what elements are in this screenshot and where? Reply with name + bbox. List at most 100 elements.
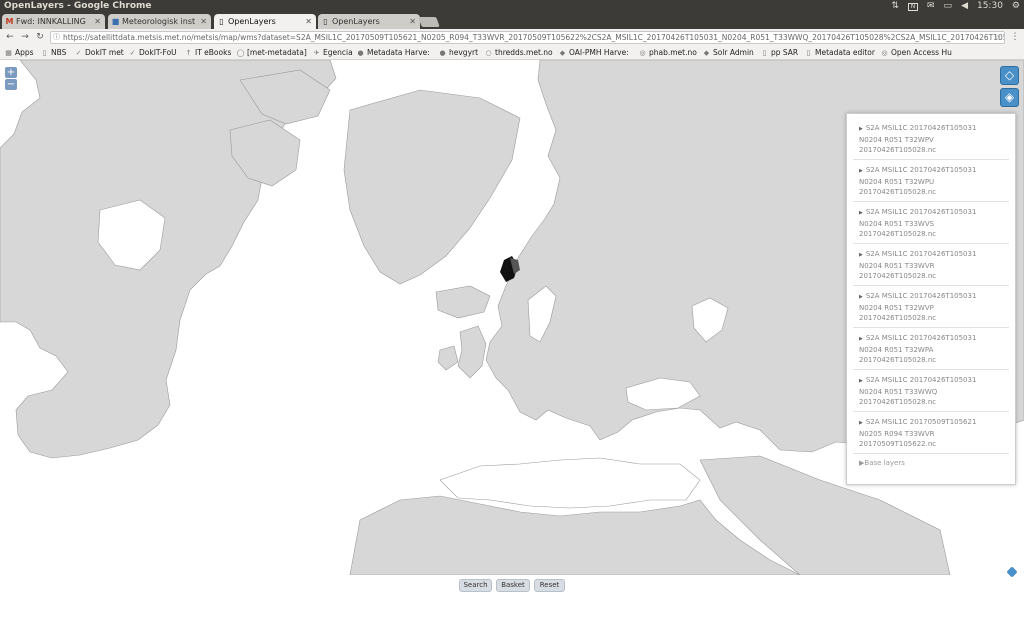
- bookmark-dokit-fou[interactable]: ✓ DokIT-FoU: [128, 47, 177, 59]
- close-icon[interactable]: ✕: [305, 14, 312, 29]
- bookmark-it-ebooks[interactable]: ↑ IT eBooks: [184, 47, 232, 59]
- layer-line: S2A MSIL1C 20170426T105031: [865, 208, 977, 216]
- land-british-isles: [457, 325, 487, 379]
- bookmark-label: DokIT met: [85, 48, 124, 57]
- bookmark-metadata-harvester[interactable]: ● Metadata Harve:: [356, 47, 429, 59]
- layer-line: N0204 R051 T33WVR: [859, 261, 935, 270]
- bookmark-hevgyrt[interactable]: ● hevgyrt: [438, 47, 478, 59]
- layer-line: 20170426T105028.nc: [859, 398, 937, 406]
- tab-openlayers[interactable]: ▯ OpenLayers ✕: [318, 14, 420, 29]
- keyboard-icon[interactable]: N: [908, 2, 918, 11]
- layer-line: N0204 R051 T32WVP: [859, 303, 934, 312]
- bookmark-phab[interactable]: ◎ phab.met.no: [638, 47, 697, 59]
- caret-right-icon[interactable]: ▶: [859, 336, 863, 342]
- close-icon[interactable]: ✕: [200, 14, 207, 29]
- menu-icon[interactable]: ⋮: [1010, 32, 1020, 43]
- zoom-out-button[interactable]: −: [5, 79, 17, 90]
- bookmark-nbs[interactable]: ▯ NBS: [40, 47, 67, 59]
- network-icon[interactable]: ⇅: [891, 0, 899, 13]
- bookmark-pp-sar[interactable]: ▯ pp SAR: [760, 47, 799, 59]
- bookmark-label: pp SAR: [771, 48, 799, 57]
- reset-button[interactable]: Reset: [534, 579, 565, 592]
- arrow-icon: ↑: [185, 49, 192, 57]
- layer-line: S2A MSIL1C 20170426T105031: [865, 376, 977, 384]
- bookmark-label: IT eBooks: [195, 48, 232, 57]
- volume-icon[interactable]: ◀: [961, 0, 968, 13]
- clock[interactable]: 15:30: [977, 0, 1003, 13]
- bookmark-label: Open Access Hu: [891, 48, 952, 57]
- page-icon: ▯: [219, 17, 224, 26]
- bookmark-label: [met-metadata]: [247, 48, 307, 57]
- info-icon[interactable]: ⓘ: [53, 32, 60, 43]
- caret-right-icon[interactable]: ▶: [859, 168, 863, 174]
- bookmark-egencia[interactable]: ✈ Egencia: [312, 47, 353, 59]
- address-bar[interactable]: ⓘ https://satellittdata.metsis.met.no/me…: [50, 31, 1005, 44]
- battery-icon[interactable]: ▭: [944, 0, 953, 13]
- bookmark-metadata-editor[interactable]: ▯ Metadata editor: [804, 47, 875, 59]
- close-icon[interactable]: ✕: [409, 14, 416, 29]
- diamond-icon[interactable]: ◇: [1000, 66, 1019, 85]
- bookmark-solr-admin[interactable]: ◆ Solr Admin: [702, 47, 754, 59]
- layer-item[interactable]: ▶ S2A MSIL1C 20170426T105031 N0204 R051 T…: [853, 286, 1009, 328]
- bookmark-thredds[interactable]: ○ thredds.met.no: [484, 47, 553, 59]
- gear-icon[interactable]: ⚙: [1012, 0, 1020, 13]
- bookmark-open-access-hub[interactable]: ◎ Open Access Hu: [880, 47, 952, 59]
- bookmark-label: OAI-PMH Harve:: [569, 48, 629, 57]
- layer-item[interactable]: ▶ S2A MSIL1C 20170426T105031 N0204 R051 T…: [853, 370, 1009, 412]
- layer-item[interactable]: ▶ S2A MSIL1C 20170426T105031 N0204 R051 T…: [853, 202, 1009, 244]
- layer-item[interactable]: ▶ S2A MSIL1C 20170426T105031 N0204 R051 T…: [853, 118, 1009, 160]
- layer-switcher-panel: ▶ S2A MSIL1C 20170426T105031 N0204 R051 T…: [846, 113, 1016, 485]
- person-icon: ●: [357, 49, 364, 57]
- apps-icon: ▦: [5, 49, 12, 57]
- layer-line: 20170426T105028.nc: [859, 356, 937, 364]
- reload-icon[interactable]: ↻: [34, 31, 46, 43]
- bookmark-oai-pmh[interactable]: ◆ OAI-PMH Harve:: [558, 47, 629, 59]
- land-iceland: [435, 285, 491, 319]
- bookmark-dokit-met[interactable]: ✓ DokIT met: [74, 47, 124, 59]
- star-icon[interactable]: ☆: [994, 32, 1001, 43]
- search-button[interactable]: Search: [459, 579, 492, 592]
- hub-icon: ◎: [881, 49, 888, 57]
- caret-right-icon[interactable]: ▶: [859, 126, 863, 132]
- base-layers-label: Base layers: [864, 459, 905, 467]
- forward-icon[interactable]: →: [19, 31, 31, 43]
- bookmark-label: Metadata editor: [815, 48, 875, 57]
- tab-label: OpenLayers: [228, 17, 276, 26]
- bookmark-met-metadata[interactable]: ◯ [met-metadata]: [236, 47, 307, 59]
- bookmark-label: phab.met.no: [649, 48, 697, 57]
- caret-right-icon[interactable]: ▶: [859, 378, 863, 384]
- page-icon: ■: [111, 17, 120, 26]
- close-icon[interactable]: ✕: [94, 14, 101, 29]
- layer-item[interactable]: ▶ S2A MSIL1C 20170426T105031 N0204 R051 T…: [853, 328, 1009, 370]
- layers-icon[interactable]: ◈: [1000, 88, 1019, 107]
- tab-openlayers-active[interactable]: ▯ OpenLayers ✕: [214, 14, 316, 29]
- layer-item[interactable]: ▶ S2A MSIL1C 20170426T105031 N0204 R051 T…: [853, 160, 1009, 202]
- bookmark-label: thredds.met.no: [495, 48, 553, 57]
- bookmark-apps[interactable]: ▦ Apps: [4, 47, 33, 59]
- caret-right-icon[interactable]: ▶: [859, 420, 863, 426]
- layer-item[interactable]: ▶ S2A MSIL1C 20170509T105621 N0205 R094 T…: [853, 412, 1009, 454]
- globe-icon: ○: [485, 49, 492, 57]
- caret-right-icon[interactable]: ▶: [859, 210, 863, 216]
- harvester-icon: ◆: [559, 49, 566, 57]
- base-layers-toggle[interactable]: ▶Base layers: [853, 454, 1009, 467]
- folder-icon: ▯: [42, 49, 47, 57]
- layer-line: N0204 R051 T33WVS: [859, 219, 935, 228]
- mail-icon[interactable]: ✉: [927, 0, 935, 13]
- page-icon: ▯: [323, 17, 328, 26]
- layer-item[interactable]: ▶ S2A MSIL1C 20170426T105031 N0204 R051 T…: [853, 244, 1009, 286]
- basket-button[interactable]: Basket: [496, 579, 530, 592]
- window-title: OpenLayers - Google Chrome: [4, 1, 152, 11]
- github-icon: ●: [439, 49, 446, 57]
- check-icon: ✓: [129, 49, 136, 57]
- back-icon[interactable]: ←: [4, 31, 16, 43]
- zoom-in-button[interactable]: +: [5, 67, 17, 78]
- new-tab-button[interactable]: [418, 17, 440, 27]
- tab-meteorologisk[interactable]: ■ Meteorologisk inst ✕: [108, 14, 211, 29]
- tab-fwd-innkalling[interactable]: M Fwd: INNKALLING ✕: [2, 14, 105, 29]
- layer-line: 20170509T105622.nc: [859, 440, 937, 448]
- folder-icon: ▯: [762, 49, 767, 57]
- gmail-icon: M: [5, 17, 14, 26]
- caret-right-icon[interactable]: ▶: [859, 252, 863, 258]
- caret-right-icon[interactable]: ▶: [859, 294, 863, 300]
